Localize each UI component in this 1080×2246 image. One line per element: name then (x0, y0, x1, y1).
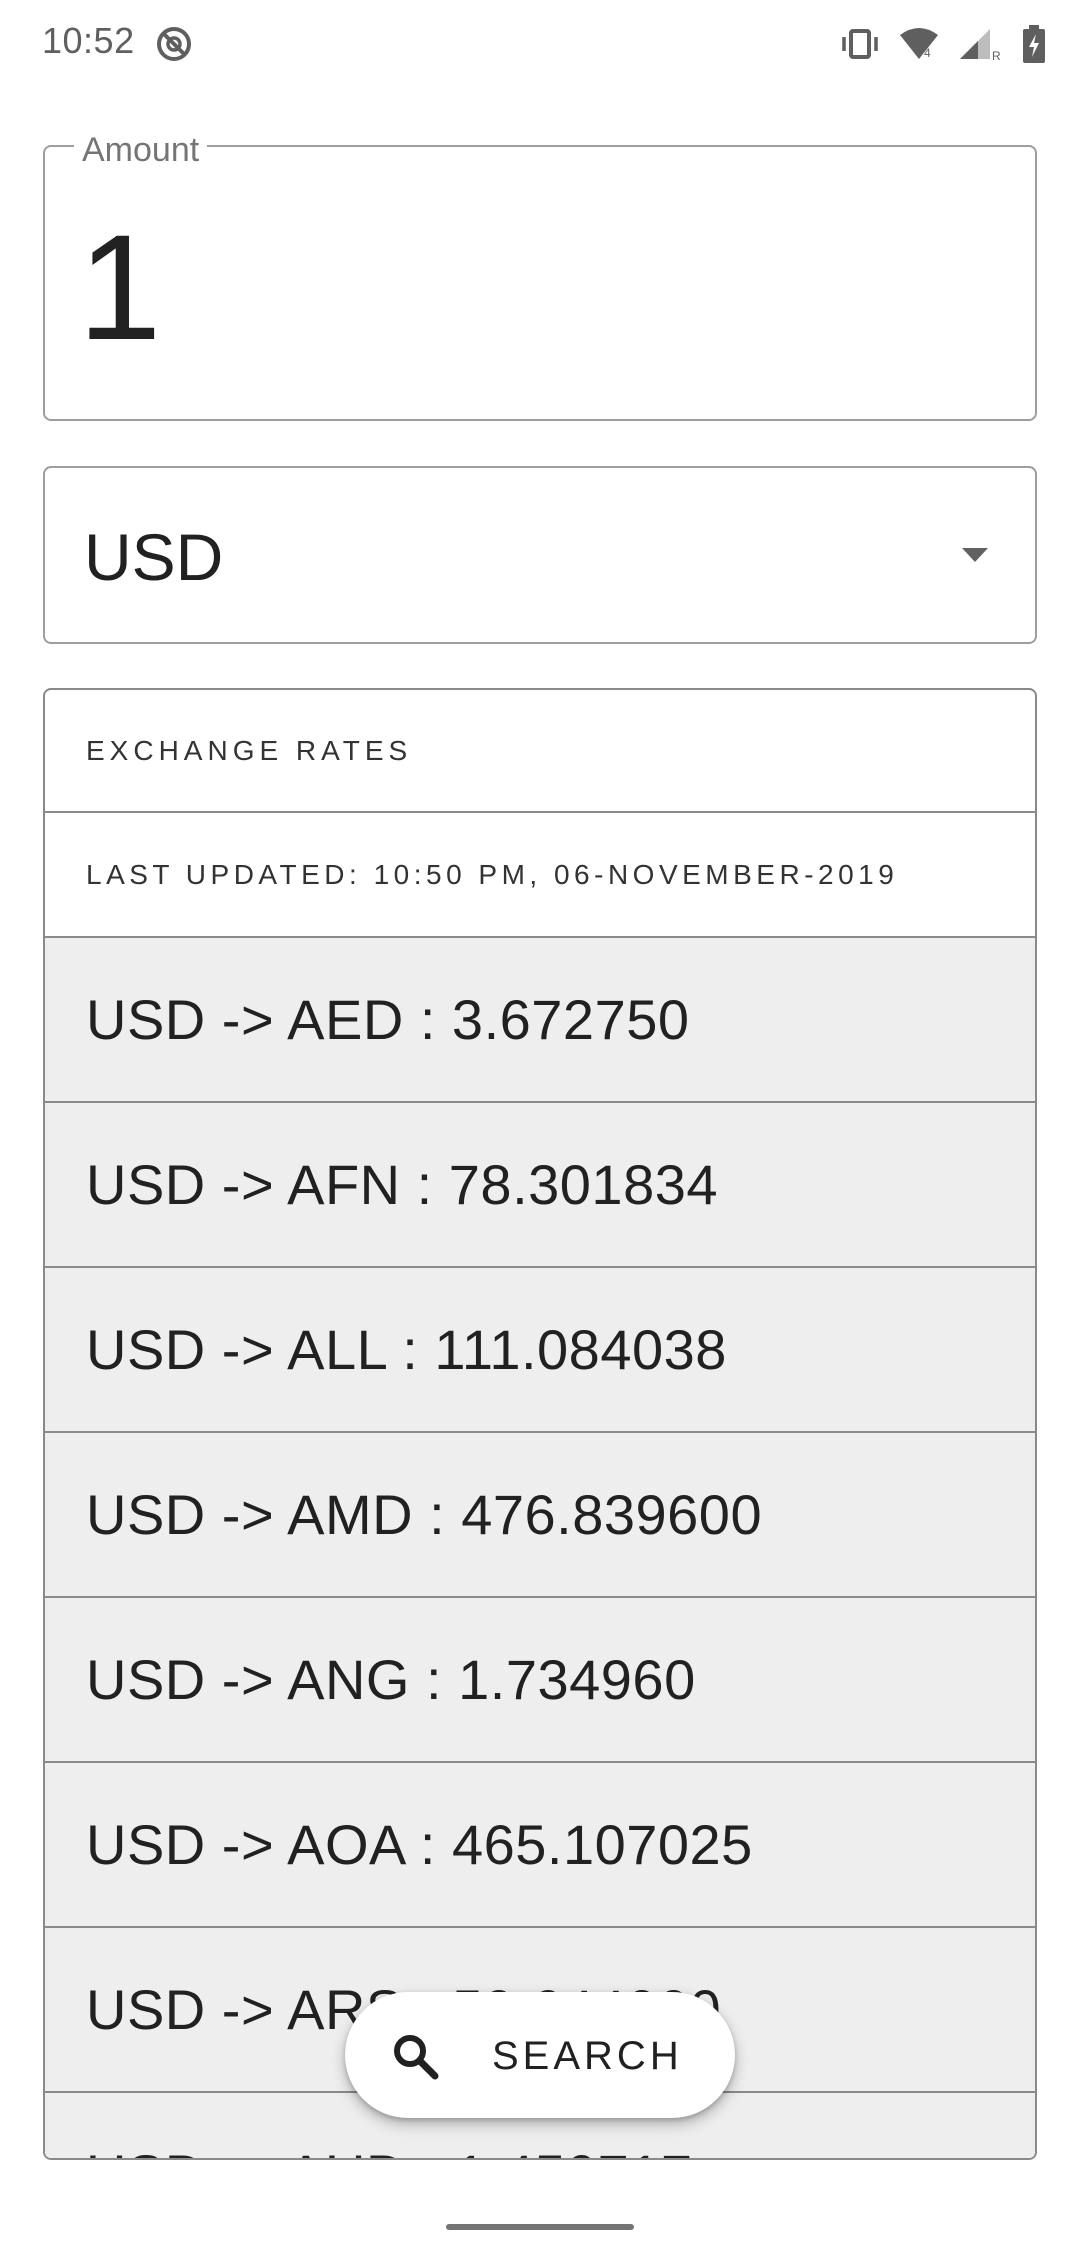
wifi-icon: 4 (900, 28, 938, 60)
rate-row[interactable]: USD -> ANG : 1.734960 (45, 1598, 1035, 1763)
rate-row[interactable]: USD -> ALL : 111.084038 (45, 1268, 1035, 1433)
status-time: 10:52 (42, 20, 135, 61)
dropdown-arrow-icon[interactable] (960, 545, 990, 565)
exchange-rates-card: EXCHANGE RATES LAST UPDATED: 10:50 PM, 0… (43, 688, 1037, 2160)
status-icons: 4 R (840, 22, 1046, 66)
svg-text:R: R (992, 49, 1001, 61)
status-bar: 10:52 4 R (0, 0, 1080, 88)
exchange-rates-header: EXCHANGE RATES (45, 690, 1035, 813)
amount-field[interactable] (43, 145, 1037, 421)
battery-icon (1023, 25, 1045, 63)
search-button[interactable]: SEARCH (345, 1992, 735, 2118)
rate-row[interactable]: USD -> AED : 3.672750 (45, 938, 1035, 1103)
amount-input[interactable]: 1 (78, 212, 161, 362)
rate-row[interactable]: USD -> AMD : 476.839600 (45, 1433, 1035, 1598)
do-not-disturb-icon (157, 27, 191, 61)
rate-row[interactable]: USD -> AOA : 465.107025 (45, 1763, 1035, 1928)
last-updated-text: LAST UPDATED: 10:50 PM, 06-NOVEMBER-2019 (45, 813, 1035, 938)
amount-label: Amount (74, 130, 208, 170)
gesture-nav-handle[interactable] (446, 2224, 634, 2230)
search-icon (394, 2035, 439, 2080)
exchange-rates-list[interactable]: USD -> AED : 3.672750 USD -> AFN : 78.30… (45, 938, 1035, 2158)
vibrate-icon (842, 29, 878, 59)
search-button-label: SEARCH (492, 2034, 683, 2078)
currency-selected-value[interactable]: USD (84, 520, 223, 594)
signal-icon: R (960, 29, 1001, 61)
svg-text:4: 4 (924, 46, 931, 60)
rate-row[interactable]: USD -> AFN : 78.301834 (45, 1103, 1035, 1268)
